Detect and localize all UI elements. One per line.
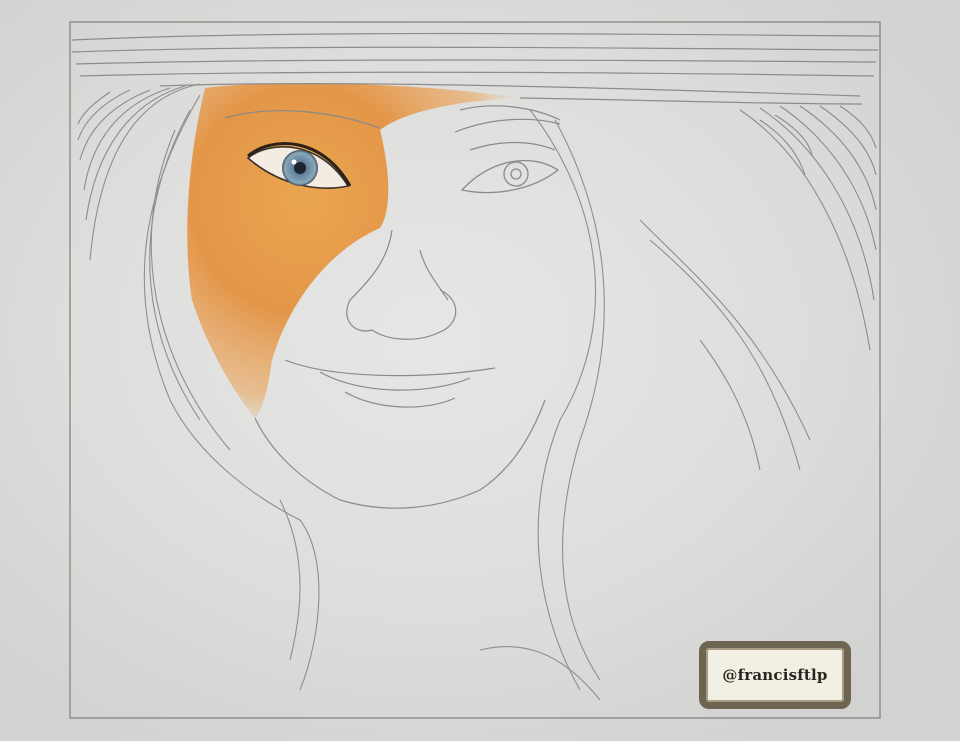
drawing-canvas [69, 21, 881, 719]
watermark-handle: @francisftlp [722, 666, 828, 684]
hat-left-weave [77, 83, 201, 261]
nose [346, 229, 457, 340]
frame-border [69, 21, 881, 719]
mouth [284, 359, 496, 408]
hat-right-weave [739, 105, 877, 351]
pencil-drawing-photo: @francisftlp [0, 0, 960, 741]
right-eye [460, 141, 560, 194]
colored-skin-area [187, 83, 520, 418]
watermark-badge: @francisftlp [699, 641, 851, 709]
